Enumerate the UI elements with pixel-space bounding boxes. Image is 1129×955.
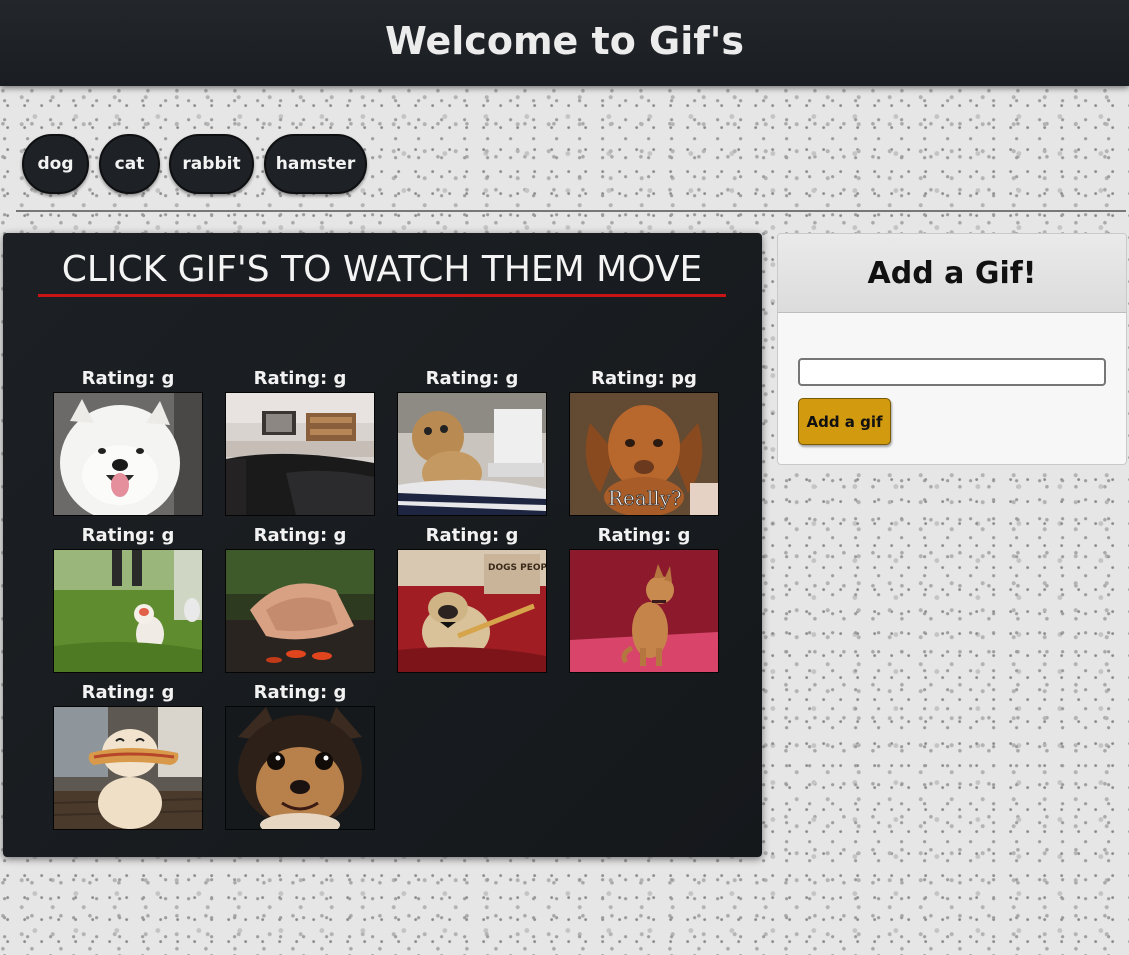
gif-rating: Rating: g (81, 682, 175, 703)
gif-card: Rating: g (225, 366, 375, 516)
gif-card: Rating: g (397, 366, 547, 516)
gif-image-hotdog-dog[interactable] (53, 706, 203, 830)
gif-card: Rating: g DOGS PEOPLE (397, 523, 547, 673)
page-header: Welcome to Gif's (0, 0, 1129, 86)
gif-card: Rating: g (53, 523, 203, 673)
gif-rating: Rating: g (425, 525, 519, 546)
gif-rating: Rating: g (425, 368, 519, 389)
gif-panel-title: CLICK GIF'S TO WATCH THEM MOVE (38, 249, 726, 297)
gif-card: Rating: g (225, 523, 375, 673)
gif-panel: CLICK GIF'S TO WATCH THEM MOVE Rating: g… (3, 233, 762, 857)
gif-image-covered-dog[interactable] (225, 549, 375, 673)
gif-card: Rating: g (53, 366, 203, 516)
add-gif-panel: Add a Gif! Add a gif (777, 233, 1127, 465)
gif-search-input[interactable] (798, 358, 1106, 386)
gif-image-dog-laptop[interactable] (397, 392, 547, 516)
gif-rating: Rating: g (253, 368, 347, 389)
gif-card: Rating: g (569, 523, 719, 673)
gif-image-white-dog[interactable] (53, 392, 203, 516)
add-gif-title: Add a Gif! (867, 255, 1037, 291)
gif-image-running-dog[interactable] (53, 549, 203, 673)
gif-rating: Rating: g (253, 525, 347, 546)
gif-image-chihuahua[interactable] (225, 706, 375, 830)
gif-card: Rating: g (53, 680, 203, 830)
gif-card: Rating: pg Really? (569, 366, 719, 516)
gif-image-really-dog[interactable]: Really? (569, 392, 719, 516)
page-title: Welcome to Gif's (384, 19, 745, 63)
topic-button-cat[interactable]: cat (99, 134, 160, 194)
gif-caption-really: Really? (608, 486, 682, 510)
topic-button-rabbit[interactable]: rabbit (169, 134, 254, 194)
gif-caption-dogs-people: DOGS PEOPLE (488, 563, 546, 573)
gif-rating: Rating: g (253, 682, 347, 703)
gif-rating: Rating: g (597, 525, 691, 546)
gif-image-pug[interactable]: DOGS PEOPLE (397, 549, 547, 673)
gif-rating: Rating: g (81, 368, 175, 389)
gif-rating: Rating: g (81, 525, 175, 546)
add-gif-header: Add a Gif! (778, 234, 1126, 313)
topic-button-dog[interactable]: dog (22, 134, 89, 194)
gif-image-sitting-dog[interactable] (569, 549, 719, 673)
add-gif-button[interactable]: Add a gif (798, 398, 891, 445)
section-divider (16, 210, 1126, 212)
gif-image-room[interactable] (225, 392, 375, 516)
topic-button-hamster[interactable]: hamster (264, 134, 367, 194)
gif-card: Rating: g (225, 680, 375, 830)
gif-rating: Rating: pg (591, 368, 697, 389)
